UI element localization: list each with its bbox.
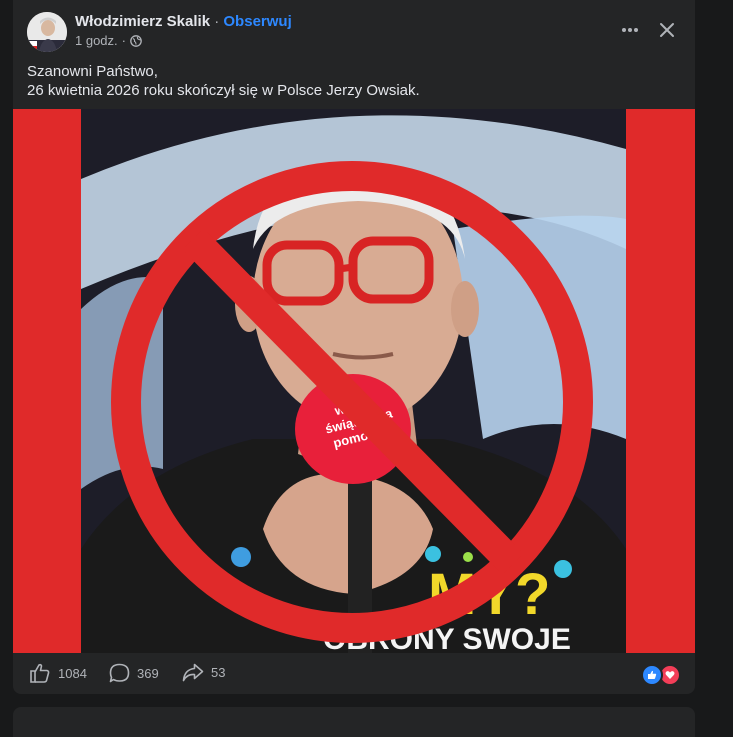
post-text-line-2: 26 kwietnia 2026 roku skończył się w Pol…	[27, 82, 420, 99]
more-icon	[622, 28, 638, 32]
share-count: 53	[211, 665, 226, 680]
author-name[interactable]: Włodzimierz Skalik	[75, 13, 210, 30]
author-avatar[interactable]	[27, 12, 67, 52]
follow-button[interactable]: Obserwuj	[223, 13, 291, 30]
post-text: Szanowni Państwo, 26 kwietnia 2026 roku …	[27, 62, 420, 100]
reaction-summary[interactable]	[641, 664, 681, 686]
separator-dot: ·	[214, 13, 220, 30]
thumbs-up-icon	[30, 663, 50, 683]
meta-dot: ·	[121, 33, 126, 48]
globe-icon	[130, 34, 142, 47]
comment-button[interactable]: 369	[109, 663, 159, 683]
post-meta: 1 godz. ·	[75, 33, 142, 48]
next-post-card	[13, 707, 695, 737]
post-card: Włodzimierz Skalik · Obserwuj 1 godz. ·	[13, 0, 695, 694]
post-header: Włodzimierz Skalik · Obserwuj 1 godz. ·	[13, 0, 695, 60]
like-count: 1084	[58, 665, 87, 681]
share-button[interactable]: 53	[182, 663, 225, 682]
like-button[interactable]: 1084	[29, 663, 87, 683]
share-icon	[182, 663, 204, 682]
comment-icon	[109, 663, 130, 683]
author-line: Włodzimierz Skalik · Obserwuj	[75, 13, 292, 30]
post-photo: wielka świąteczna pomocy MY? OBRONY SWOJ…	[13, 109, 695, 653]
post-footer: 1084 369 53	[13, 653, 695, 694]
close-button[interactable]	[653, 16, 681, 44]
post-time[interactable]: 1 godz.	[75, 33, 118, 48]
like-reaction-icon	[641, 664, 663, 686]
more-options-button[interactable]	[616, 17, 644, 43]
close-icon	[660, 23, 674, 37]
comment-count: 369	[137, 665, 159, 681]
post-text-line-1: Szanowni Państwo,	[27, 63, 158, 80]
post-image[interactable]: wielka świąteczna pomocy MY? OBRONY SWOJ…	[13, 109, 695, 653]
